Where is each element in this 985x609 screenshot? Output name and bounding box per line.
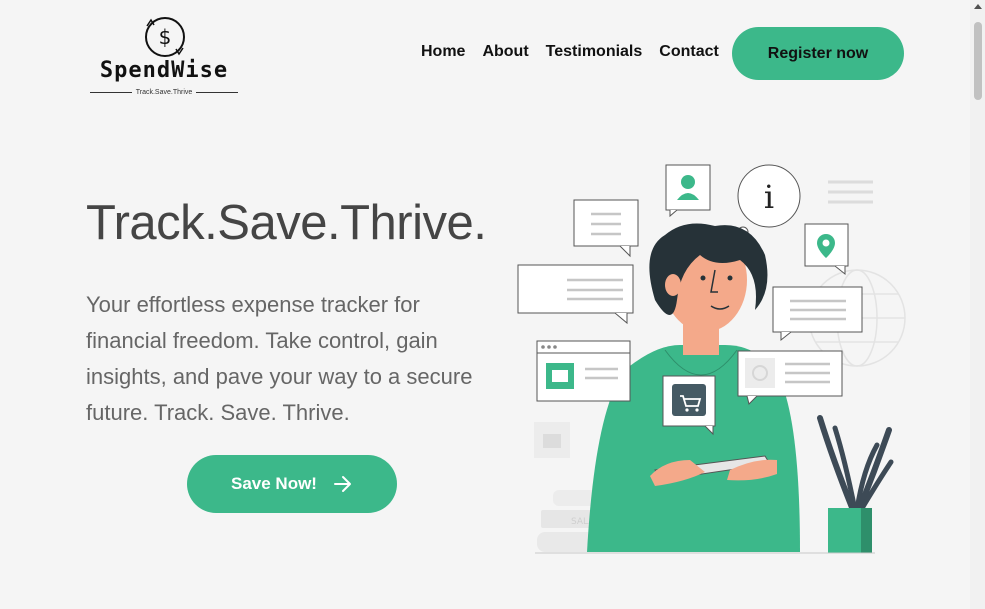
save-now-button[interactable]: Save Now!	[187, 455, 397, 513]
hero-illustration: SALARY i	[517, 164, 906, 554]
brand-logo[interactable]: $ SpendWise Track.Save.Thrive	[88, 10, 240, 100]
shopping-cart-icon	[662, 375, 716, 436]
nav-testimonials-link[interactable]: Testimonials	[546, 43, 643, 61]
receipt-card	[737, 350, 843, 405]
location-pin-icon	[804, 223, 849, 276]
shopping-bag-icon	[534, 422, 570, 458]
brand-tagline: Track.Save.Thrive	[135, 88, 193, 96]
page: $ SpendWise Track.Save.Thrive Home About…	[0, 0, 970, 609]
decorative-lines	[828, 180, 873, 204]
nav-contact-link[interactable]: Contact	[659, 43, 719, 61]
hero-description: Your effortless expense tracker for fina…	[86, 292, 473, 425]
chat-bubble	[573, 199, 639, 258]
scrollbar[interactable]	[970, 0, 985, 609]
scroll-up-icon[interactable]	[974, 4, 982, 9]
register-button[interactable]: Register now	[732, 27, 904, 80]
divider	[90, 91, 132, 93]
scrollbar-thumb[interactable]	[974, 22, 982, 100]
nav-about-link[interactable]: About	[482, 43, 528, 61]
dollar-coin-icon: $	[145, 17, 185, 57]
info-glyph: i	[764, 178, 774, 216]
svg-text:$: $	[159, 25, 172, 49]
brand-name: SpendWise	[99, 58, 229, 83]
main-nav: Home About Testimonials Contact	[421, 43, 719, 61]
chat-bubble	[517, 264, 634, 325]
divider	[196, 91, 239, 93]
chat-bubble	[772, 286, 863, 342]
arrow-right-icon	[333, 476, 351, 492]
user-profile-icon	[665, 164, 711, 218]
info-icon: i	[737, 164, 801, 238]
nav-home-link[interactable]: Home	[421, 43, 465, 61]
plant-icon	[817, 415, 894, 553]
wallet-card	[536, 340, 631, 402]
save-now-label: Save Now!	[231, 474, 317, 493]
hero-title: Track.Save.Thrive.	[86, 196, 487, 250]
